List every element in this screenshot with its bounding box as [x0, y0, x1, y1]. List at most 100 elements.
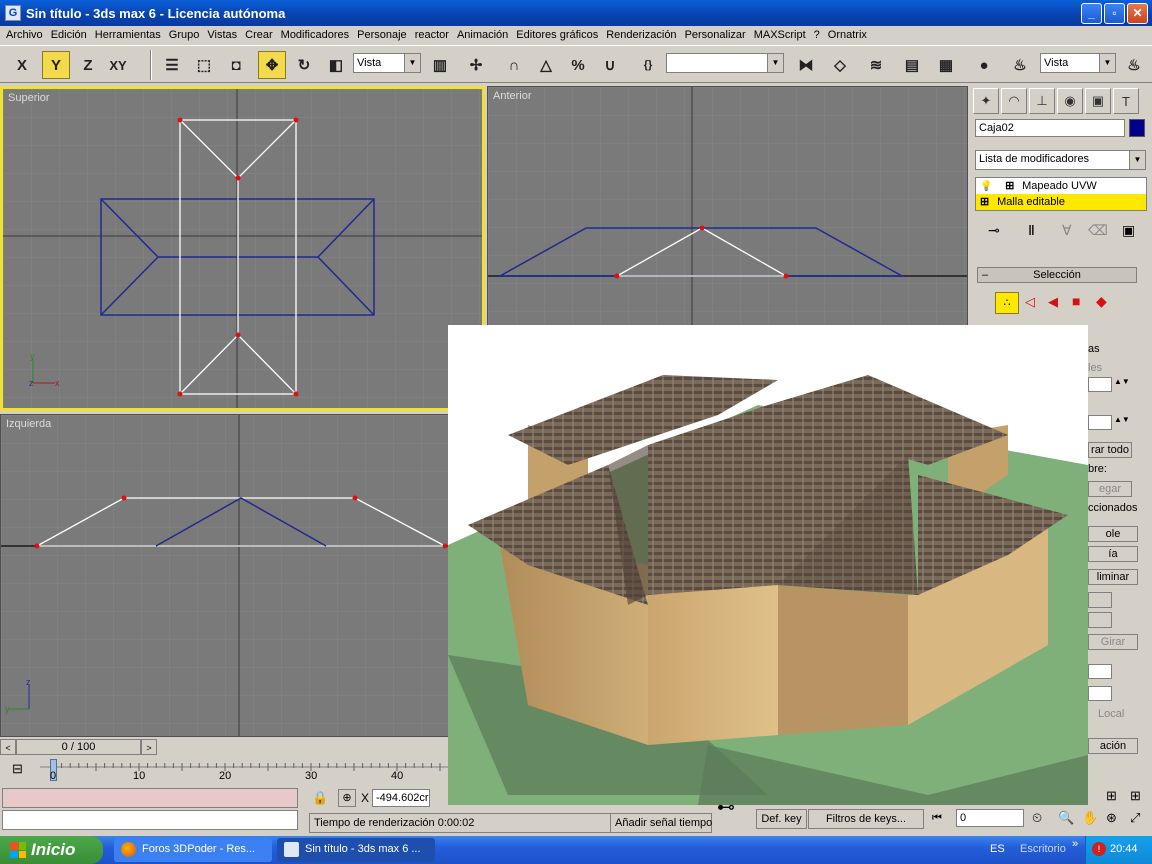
pin-stack-icon[interactable]: ⊸: [988, 222, 1000, 239]
prompt-line[interactable]: [2, 810, 298, 830]
viewport-label-left[interactable]: Izquierda: [6, 418, 51, 430]
chevron-right-icon[interactable]: »: [1072, 838, 1078, 850]
delete-button[interactable]: liminar: [1088, 569, 1138, 585]
reference-coord-select[interactable]: Vista ▼: [353, 53, 421, 73]
edit-named-selection-icon[interactable]: {}: [634, 51, 662, 79]
viewport-label-front[interactable]: Anterior: [493, 90, 532, 102]
zoom-icon[interactable]: 🔍: [1058, 810, 1074, 826]
zoom-extents-icon[interactable]: ⊞: [1106, 788, 1117, 804]
vertex-mode-icon[interactable]: ∴: [995, 292, 1019, 314]
spinner-arrows-icon[interactable]: ▲▼: [1114, 377, 1130, 386]
key-filters-button[interactable]: Filtros de keys...: [808, 809, 924, 829]
scale-icon[interactable]: ◧: [322, 51, 350, 79]
track-bar[interactable]: ⊟ 0 10 20 30 40: [0, 757, 448, 783]
menu-editores-graficos[interactable]: Editores gráficos: [512, 29, 602, 41]
axis-z-button[interactable]: Z: [74, 51, 102, 79]
create-tab-icon[interactable]: ✦: [973, 88, 999, 114]
face-mode-icon[interactable]: ◀: [1048, 294, 1058, 310]
viewport-left[interactable]: z y Izquierda: [0, 414, 485, 737]
chevron-right-icon[interactable]: >: [141, 739, 157, 755]
menu-animacion[interactable]: Animación: [453, 29, 512, 41]
render-view-select[interactable]: Vista ▼: [1040, 53, 1116, 73]
absolute-mode-icon[interactable]: ⊕: [338, 789, 356, 807]
remove-modifier-icon[interactable]: ⌫: [1088, 222, 1108, 239]
axis-x-button[interactable]: X: [8, 51, 36, 79]
task-firefox[interactable]: Foros 3DPoder - Res...: [114, 838, 272, 862]
modifier-item-uvw[interactable]: 💡 ⊞ Mapeado UVW: [976, 178, 1146, 194]
start-button[interactable]: Inicio: [0, 836, 103, 864]
material-editor-icon[interactable]: ●: [970, 51, 998, 79]
modifier-list-select[interactable]: Lista de modificadores ▼: [975, 150, 1146, 170]
menu-archivo[interactable]: Archivo: [2, 29, 47, 41]
menu-edicion[interactable]: Edición: [47, 29, 91, 41]
display-tab-icon[interactable]: ▣: [1085, 88, 1111, 114]
menu-vistas[interactable]: Vistas: [203, 29, 241, 41]
axis-xy-button[interactable]: XY: [104, 51, 132, 79]
menu-personaje[interactable]: Personaje: [353, 29, 411, 41]
spinner-snap-icon[interactable]: ∪: [596, 51, 624, 79]
angle-snap-icon[interactable]: △: [532, 51, 560, 79]
element-mode-icon[interactable]: ◆: [1096, 293, 1107, 310]
task-3dsmax[interactable]: Sin título - 3ds max 6 ...: [277, 838, 435, 862]
menu-renderizacion[interactable]: Renderización: [602, 29, 680, 41]
modify-tab-icon[interactable]: ◠: [1001, 88, 1027, 114]
mirror-icon[interactable]: ⧓: [792, 51, 820, 79]
maxscript-listener[interactable]: [2, 788, 298, 808]
maximize-viewport-icon[interactable]: ⤢: [1130, 810, 1140, 826]
menu-modificadores[interactable]: Modificadores: [277, 29, 353, 41]
spinner-field[interactable]: [1088, 415, 1112, 430]
current-frame-input[interactable]: 0: [956, 809, 1024, 827]
set-key-button[interactable]: Def. key: [756, 809, 807, 829]
menu-maxscript[interactable]: MAXScript: [750, 29, 810, 41]
add-time-tag-button[interactable]: Añadir señal tiempo: [610, 813, 712, 833]
motion-tab-icon[interactable]: ◉: [1057, 88, 1083, 114]
configure-sets-icon[interactable]: ▣: [1122, 222, 1135, 239]
lightbulb-icon[interactable]: 💡: [980, 179, 1002, 195]
panel-button[interactable]: [1088, 592, 1112, 608]
language-indicator[interactable]: ES: [990, 843, 1005, 855]
panel-button[interactable]: ía: [1088, 546, 1138, 562]
menu-crear[interactable]: Crear: [241, 29, 277, 41]
object-name-input[interactable]: Caja02: [975, 119, 1125, 137]
spinner-field[interactable]: [1088, 377, 1112, 392]
make-unique-icon[interactable]: ∀: [1062, 222, 1072, 239]
modifier-item-editable-mesh[interactable]: ⊞ Malla editable: [976, 194, 1146, 210]
lock-icon[interactable]: 🔒: [312, 790, 328, 806]
pivot-icon[interactable]: ▥: [426, 51, 454, 79]
snap-3d-icon[interactable]: ∩: [500, 51, 528, 79]
rotate-button[interactable]: Girar: [1088, 634, 1138, 650]
select-all-button[interactable]: rar todo: [1088, 442, 1132, 458]
expand-icon[interactable]: ⊞: [1005, 178, 1019, 194]
maximize-button[interactable]: ▫: [1104, 2, 1125, 24]
paste-button[interactable]: egar: [1088, 481, 1132, 497]
key-icon[interactable]: ⊷: [717, 797, 735, 818]
region-select-icon[interactable]: ⬚: [190, 51, 218, 79]
viewport-label-top[interactable]: Superior: [8, 92, 50, 104]
minimize-button[interactable]: _: [1081, 2, 1102, 24]
align-icon[interactable]: ◇: [826, 51, 854, 79]
menu-herramientas[interactable]: Herramientas: [91, 29, 165, 41]
desktop-toolbar[interactable]: Escritorio: [1020, 843, 1066, 855]
axis-y-button[interactable]: Y: [42, 51, 70, 79]
selection-rollout-header[interactable]: – Selección: [977, 267, 1137, 283]
menu-help[interactable]: ?: [810, 29, 824, 41]
panel-button[interactable]: [1088, 612, 1112, 628]
time-slider-frame[interactable]: 0 / 100: [16, 739, 141, 755]
time-config-icon[interactable]: ⏲: [1032, 810, 1042, 826]
chevron-left-icon[interactable]: <: [0, 739, 16, 755]
quick-render-icon[interactable]: ♨: [1120, 51, 1148, 79]
menu-ornatrix[interactable]: Ornatrix: [824, 29, 871, 41]
object-color-swatch[interactable]: [1129, 119, 1145, 137]
security-alert-icon[interactable]: !: [1092, 842, 1106, 856]
menu-grupo[interactable]: Grupo: [165, 29, 204, 41]
curve-editor-icon[interactable]: ▤: [898, 51, 926, 79]
coord-x-input[interactable]: -494.602cr: [372, 789, 430, 807]
menu-personalizar[interactable]: Personalizar: [681, 29, 750, 41]
spinner-field[interactable]: [1088, 686, 1112, 701]
manipulate-icon[interactable]: ✢: [462, 51, 490, 79]
goto-start-icon[interactable]: ⏮: [932, 812, 942, 825]
move-icon[interactable]: ✥: [258, 51, 286, 79]
panel-button[interactable]: ación: [1088, 738, 1138, 754]
hierarchy-tab-icon[interactable]: ⊥: [1029, 88, 1055, 114]
title-bar[interactable]: G Sin título - 3ds max 6 - Licencia autó…: [0, 0, 1152, 26]
